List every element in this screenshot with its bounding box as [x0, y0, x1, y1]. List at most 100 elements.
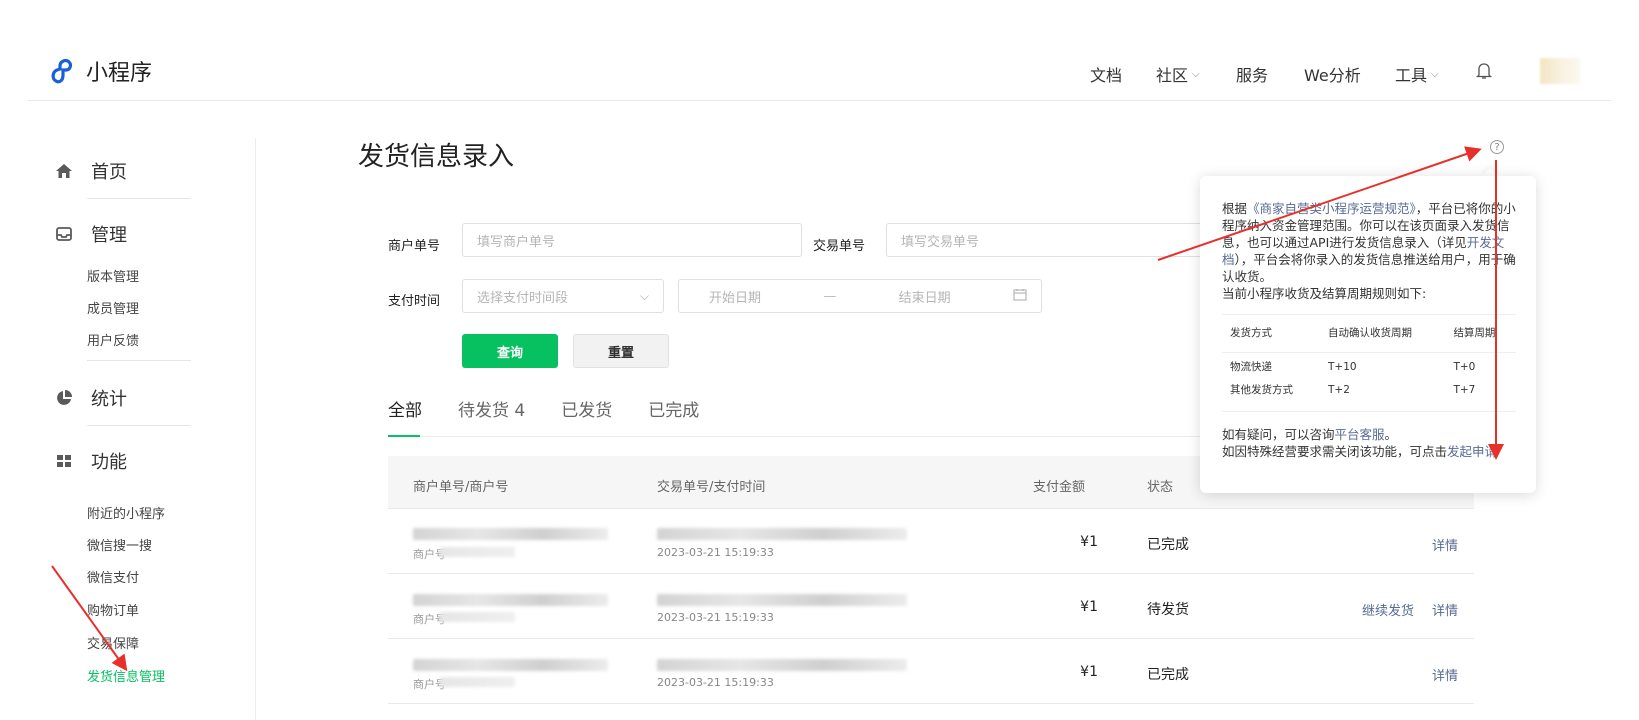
sidebar-item-version[interactable]: 版本管理 [87, 266, 139, 285]
pay-time-select[interactable]: 选择支付时间段 ⌵ [462, 279, 664, 313]
sidebar-divider [87, 198, 191, 199]
trade-no-label: 交易单号 [813, 239, 866, 254]
chevron-down-icon: ⌵ [1431, 68, 1439, 80]
sidebar-home-label: 首页 [91, 162, 127, 183]
rules-cell: T+0 [1453, 361, 1476, 373]
ops-spec-link[interactable]: 《商家自营类小程序运营规范》 [1247, 201, 1416, 216]
trade-no-input[interactable]: 填写交易单号 [886, 223, 1206, 257]
amount: ¥1 [1080, 534, 1098, 550]
merchant-no-input[interactable]: 填写商户单号 [462, 223, 802, 257]
bell-icon[interactable] [1475, 62, 1493, 84]
popover-rules-intro: 当前小程序收货及结算周期规则如下: [1222, 286, 1427, 301]
calendar-icon [1013, 288, 1027, 305]
nav-community-label: 社区 [1156, 66, 1189, 85]
sidebar-manage[interactable]: 管理 [55, 221, 127, 247]
sidebar-item-orders[interactable]: 购物订单 [87, 600, 139, 619]
sidebar-item-guarantee[interactable]: 交易保障 [87, 633, 139, 652]
rules-cell: 物流快递 [1230, 361, 1272, 373]
sidebar-item-search[interactable]: 微信搜一搜 [87, 535, 152, 554]
detail-link[interactable]: 详情 [1432, 665, 1458, 684]
popover-text: ），平台会将你录入的发货信息推送给用户，用于确认收货。 [1222, 252, 1516, 284]
merchant-id-redacted [440, 612, 515, 622]
apply-link[interactable]: 发起申请 [1447, 444, 1497, 459]
avatar[interactable] [1540, 58, 1580, 84]
tab-all[interactable]: 全部 [388, 396, 422, 421]
tab-completed[interactable]: 已完成 [648, 396, 699, 421]
pie-icon [57, 390, 72, 405]
trade-no-redacted [657, 659, 907, 671]
sidebar-divider [255, 138, 256, 720]
rules-cell: T+10 [1328, 361, 1357, 373]
rules-col-settle: 结算周期 [1445, 315, 1516, 353]
pay-time: 2023-03-21 15:19:33 [657, 676, 774, 689]
reset-button[interactable]: 重置 [573, 334, 669, 368]
sidebar-item-members[interactable]: 成员管理 [87, 298, 139, 317]
sidebar-divider [87, 425, 191, 426]
popover-apply: 如因特殊经营要求需关闭该功能，可点击发起申请 [1222, 443, 1516, 460]
support-link[interactable]: 平台客服 [1335, 427, 1385, 442]
sidebar-item-shipping[interactable]: 发货信息管理 [87, 666, 165, 685]
nav-analytics[interactable]: We分析 [1304, 62, 1361, 86]
nav-services[interactable]: 服务 [1236, 62, 1268, 86]
sidebar-item-nearby[interactable]: 附近的小程序 [87, 503, 165, 522]
help-icon[interactable]: ? [1490, 140, 1504, 154]
sidebar-item-pay[interactable]: 微信支付 [87, 567, 139, 586]
rules-table: 发货方式 自动确认收货周期 结算周期 物流快递 T+10 T+0 其他发货方式 … [1222, 314, 1516, 412]
detail-link[interactable]: 详情 [1432, 600, 1458, 619]
grid-icon [57, 455, 71, 467]
rules-col-confirm: 自动确认收货周期 [1320, 315, 1446, 353]
merchant-id-redacted [440, 677, 515, 687]
nav-tools[interactable]: 工具 ⌵ [1395, 62, 1439, 86]
page-title: 发货信息录入 [358, 142, 515, 172]
range-separator: — [823, 288, 837, 304]
row-divider [388, 573, 1474, 574]
query-button[interactable]: 查询 [462, 334, 558, 368]
rules-cell: T+7 [1453, 384, 1476, 396]
home-icon [56, 164, 72, 178]
rules-cell: T+2 [1328, 384, 1350, 396]
status-text: 待发货 [1147, 602, 1189, 618]
status-tabs: 全部 待发货 4 已发货 已完成 [388, 396, 699, 421]
merchant-no-redacted [413, 659, 608, 671]
rules-cell: 其他发货方式 [1230, 384, 1293, 396]
amount: ¥1 [1080, 664, 1098, 680]
start-date: 开始日期 [709, 290, 762, 306]
miniprogram-logo-icon [51, 59, 73, 84]
popover-text: 。 [1384, 427, 1398, 442]
active-tab-indicator [388, 435, 420, 437]
col-status: 状态 [1147, 480, 1174, 495]
tab-pending[interactable]: 待发货 4 [458, 396, 525, 421]
popover-text: 如有疑问，可以咨询 [1222, 427, 1335, 442]
trade-no-redacted [657, 594, 907, 606]
row-divider [388, 703, 1474, 704]
pay-time: 2023-03-21 15:19:33 [657, 611, 774, 624]
status-text: 已完成 [1147, 667, 1189, 683]
nav-community[interactable]: 社区 ⌵ [1156, 62, 1200, 86]
chevron-down-icon: ⌵ [1192, 68, 1200, 80]
col-merchant: 商户单号/商户号 [413, 480, 509, 495]
sidebar-features[interactable]: 功能 [55, 448, 127, 474]
sidebar-stats[interactable]: 统计 [55, 385, 127, 411]
status-text: 已完成 [1147, 537, 1189, 553]
date-range-picker[interactable]: 开始日期 — 结束日期 [678, 279, 1042, 313]
col-amount: 支付金额 [1033, 480, 1086, 495]
popover-text: 根据 [1222, 201, 1248, 216]
continue-shipping-link[interactable]: 继续发货 [1362, 600, 1414, 619]
merchant-no-placeholder: 填写商户单号 [477, 234, 556, 250]
logo[interactable]: 小程序 [50, 55, 152, 87]
sidebar-item-feedback[interactable]: 用户反馈 [87, 330, 139, 349]
inbox-icon [56, 227, 72, 241]
header-divider [28, 100, 1611, 101]
detail-link[interactable]: 详情 [1432, 535, 1458, 554]
merchant-no-redacted [413, 594, 608, 606]
popover-text: 如因特殊经营要求需关闭该功能，可点击 [1222, 444, 1448, 459]
nav-docs[interactable]: 文档 [1090, 62, 1122, 86]
popover-intro: 根据《商家自营类小程序运营规范》，平台已将你的小程序纳入资金管理范围。你可以在该… [1222, 200, 1516, 285]
chevron-down-icon: ⌵ [639, 288, 649, 303]
nav-docs-label: 文档 [1090, 66, 1123, 85]
sidebar-home[interactable]: 首页 [55, 158, 127, 184]
sidebar-features-label: 功能 [91, 452, 127, 473]
tab-shipped[interactable]: 已发货 [561, 396, 612, 421]
nav-tools-label: 工具 [1395, 66, 1428, 85]
col-trade: 交易单号/支付时间 [657, 480, 766, 495]
